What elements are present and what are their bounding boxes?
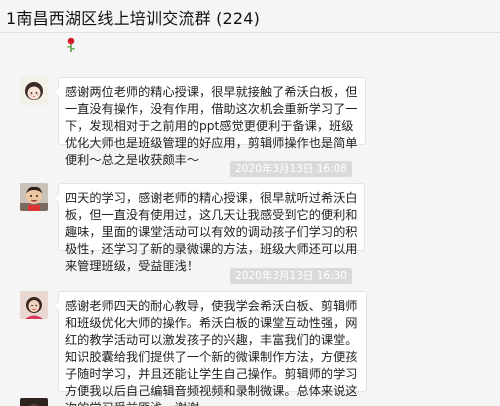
message-bubble[interactable]: 感谢两位老师的精心授课，很早就接触了希沃白板，但一直没有操作，没有作用，借助这次… — [53, 77, 366, 167]
woman-avatar-icon — [20, 291, 48, 319]
rose-icon — [67, 37, 75, 52]
message-text: 感谢两位老师的精心授课，很早就接触了希沃白板，但一直没有操作，没有作用，借助这次… — [65, 85, 358, 167]
avatar[interactable] — [20, 183, 48, 211]
message-timestamp: 2020年3月13日 16:30 — [230, 268, 352, 284]
chat-window: 1南昌西湖区线上培训交流群 (224) 感谢两位老师的精心授课，很早就接触了希沃… — [0, 0, 500, 406]
chat-header: 1南昌西湖区线上培训交流群 (224) — [0, 0, 500, 33]
avatar[interactable] — [20, 398, 48, 406]
message-bubble[interactable]: 感谢老师四天的耐心教导，使我学会希沃白板、剪辑师和班级优化大师的操作。希沃白板的… — [53, 291, 367, 406]
message-text: 四天的学习，感谢老师的精心授课，很早就听过希沃白板，但一直没有使用过，这几天让我… — [65, 191, 358, 273]
child-avatar-icon — [20, 183, 48, 211]
girl-avatar-icon — [20, 77, 48, 105]
avatar[interactable] — [20, 291, 48, 319]
message-timestamp: 2020年3月13日 16:08 — [230, 161, 352, 177]
user-avatar-icon — [20, 398, 48, 406]
message-text: 感谢老师四天的耐心教导，使我学会希沃白板、剪辑师和班级优化大师的操作。希沃白板的… — [65, 299, 358, 406]
message-bubble[interactable]: 四天的学习，感谢老师的精心授课，很早就听过希沃白板，但一直没有使用过，这几天让我… — [53, 183, 365, 273]
chat-title[interactable]: 1南昌西湖区线上培训交流群 (224) — [6, 5, 260, 29]
avatar[interactable] — [20, 77, 48, 105]
